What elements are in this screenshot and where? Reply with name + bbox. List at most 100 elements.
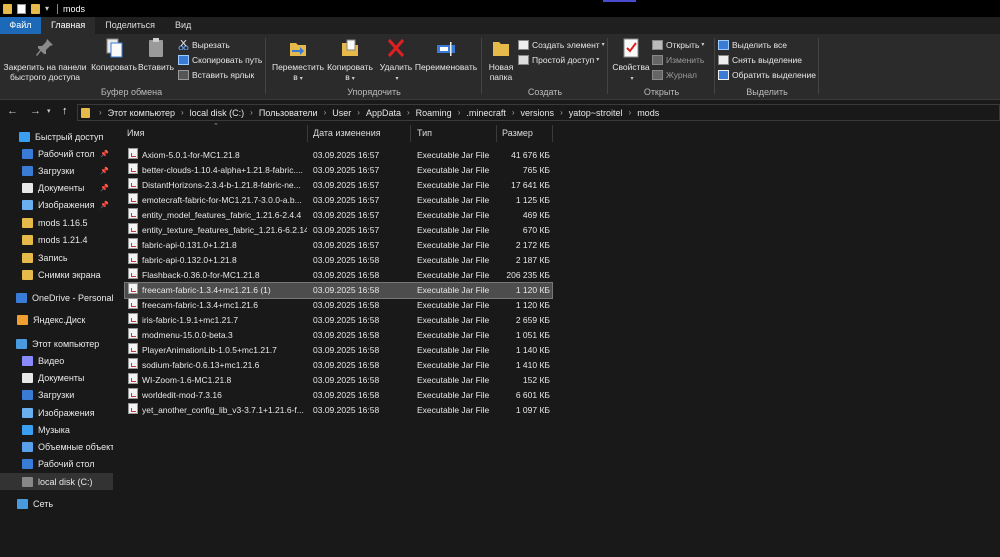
pin-quick-access-button[interactable]: Закрепить на панели быстрого доступа: [2, 37, 88, 82]
file-row[interactable]: emotecraft-fabric-for-MC1.21.7-3.0.0-a.b…: [125, 193, 552, 208]
file-row[interactable]: Flashback-0.36.0-for-MC1.21.8 03.09.2025 …: [125, 268, 552, 283]
breadcrumb-item[interactable]: local disk (C:): [190, 108, 245, 118]
sidebar-item[interactable]: Запись: [0, 249, 113, 266]
breadcrumb-separator-icon[interactable]: ›: [99, 108, 102, 117]
tab-file[interactable]: Файл: [0, 17, 41, 34]
sidebar-item[interactable]: Документы 📌: [0, 179, 113, 196]
file-row[interactable]: entity_texture_features_fabric_1.21.6-6.…: [125, 223, 552, 238]
new-item-button[interactable]: Создать элемент ▾: [518, 38, 605, 52]
sidebar-item[interactable]: mods 1.16.5: [0, 214, 113, 231]
file-row[interactable]: modmenu-15.0.0-beta.3 03.09.2025 16:58 Exe…: [125, 328, 552, 343]
edit-button[interactable]: Изменить: [652, 53, 704, 67]
file-row[interactable]: worldedit-mod-7.3.16 03.09.2025 16:58 Exec…: [125, 388, 552, 403]
file-row[interactable]: yet_another_config_lib_v3-3.7.1+1.21.6-f…: [125, 403, 552, 418]
customize-quick-access-icon[interactable]: ▾: [45, 4, 49, 13]
file-row[interactable]: fabric-api-0.131.0+1.21.8 03.09.2025 16:5…: [125, 238, 552, 253]
sidebar-item[interactable]: Объемные объекты: [0, 438, 121, 455]
sidebar-item[interactable]: Музыка: [0, 421, 113, 438]
select-none-button[interactable]: Снять выделение: [718, 53, 802, 67]
sidebar-item[interactable]: Видео: [0, 352, 113, 369]
easy-access-button[interactable]: Простой доступ ▾: [518, 53, 599, 67]
rename-button[interactable]: Переименовать: [413, 37, 479, 72]
properties-quick-icon[interactable]: [17, 3, 26, 14]
column-divider[interactable]: [496, 125, 497, 142]
file-row[interactable]: PlayerAnimationLib-1.0.5+mc1.21.7 03.09.2…: [125, 343, 552, 358]
breadcrumb-item[interactable]: AppData: [366, 108, 401, 118]
forward-arrow-icon[interactable]: →: [30, 105, 41, 117]
sidebar-item[interactable]: Загрузки: [0, 386, 113, 403]
sidebar-item[interactable]: Рабочий стол 📌: [0, 145, 113, 162]
file-row[interactable]: better-clouds-1.10.4-alpha+1.21.8-fabric…: [125, 163, 552, 178]
copy-button[interactable]: Копировать: [90, 37, 138, 72]
back-arrow-icon[interactable]: ←: [7, 105, 18, 117]
column-divider[interactable]: [552, 125, 553, 142]
breadcrumb-separator-icon[interactable]: ›: [560, 108, 563, 117]
file-row[interactable]: iris-fabric-1.9.1+mc1.21.7 03.09.2025 16:…: [125, 313, 552, 328]
breadcrumb-separator-icon[interactable]: ›: [357, 108, 360, 117]
sidebar-item[interactable]: Яндекс.Диск: [0, 311, 113, 328]
invert-selection-button[interactable]: Обратить выделение: [718, 68, 816, 82]
file-row[interactable]: WI-Zoom-1.6-MC1.21.8 03.09.2025 16:58 Exec…: [125, 373, 552, 388]
copy-to-button[interactable]: Копировать в ▾: [325, 37, 375, 84]
file-row[interactable]: sodium-fabric-0.6.13+mc1.21.6 03.09.2025 …: [125, 358, 552, 373]
sidebar-item[interactable]: Быстрый доступ: [0, 128, 113, 145]
breadcrumb-item[interactable]: yatop~stroitel: [569, 108, 623, 118]
column-header-type[interactable]: Тип: [417, 125, 432, 142]
sidebar-item[interactable]: Изображения 📌: [0, 196, 113, 213]
address-bar[interactable]: › Этот компьютер › local disk (C:) › Пол…: [77, 104, 1000, 121]
file-row[interactable]: DistantHorizons-2.3.4-b-1.21.8-fabric-ne…: [125, 178, 552, 193]
select-all-button[interactable]: Выделить все: [718, 38, 787, 52]
sidebar-item[interactable]: Рабочий стол: [0, 455, 113, 472]
breadcrumb-item[interactable]: Этот компьютер: [108, 108, 175, 118]
sidebar-item[interactable]: Изображения: [0, 404, 113, 421]
breadcrumb-item[interactable]: mods: [637, 108, 659, 118]
tab-share[interactable]: Поделиться: [95, 17, 165, 34]
breadcrumb-item[interactable]: Пользователи: [259, 108, 318, 118]
column-header-size[interactable]: Размер: [502, 125, 533, 142]
column-header-name[interactable]: Имя: [127, 125, 145, 142]
paste-shortcut-button[interactable]: Вставить ярлык: [178, 68, 254, 82]
move-to-button[interactable]: Переместить в ▾: [271, 37, 325, 84]
file-row[interactable]: entity_model_features_fabric_1.21.6-2.4.…: [125, 208, 552, 223]
breadcrumb-separator-icon[interactable]: ›: [458, 108, 461, 117]
column-divider[interactable]: [307, 125, 308, 142]
breadcrumb-item[interactable]: Roaming: [416, 108, 452, 118]
breadcrumb-separator-icon[interactable]: ›: [407, 108, 410, 117]
sidebar-item[interactable]: Снимки экрана: [0, 266, 113, 283]
pin-icon[interactable]: 📌: [100, 167, 109, 175]
file-row[interactable]: Axiom-5.0.1-for-MC1.21.8 03.09.2025 16:57…: [125, 148, 552, 163]
breadcrumb-separator-icon[interactable]: ›: [324, 108, 327, 117]
history-button[interactable]: Журнал: [652, 68, 697, 82]
cut-button[interactable]: Вырезать: [178, 38, 230, 52]
sidebar-item[interactable]: Сеть: [0, 495, 113, 512]
pin-icon[interactable]: 📌: [100, 184, 109, 192]
copy-path-button[interactable]: Скопировать путь: [178, 53, 262, 67]
breadcrumb-separator-icon[interactable]: ›: [181, 108, 184, 117]
new-folder-button[interactable]: Новая папка: [485, 37, 517, 82]
pin-icon[interactable]: 📌: [100, 201, 109, 209]
delete-button[interactable]: Удалить ▾: [377, 37, 415, 84]
breadcrumb-item[interactable]: versions: [521, 108, 555, 118]
file-row[interactable]: fabric-api-0.132.0+1.21.8 03.09.2025 16:5…: [125, 253, 552, 268]
column-divider[interactable]: [410, 125, 411, 142]
column-header-date[interactable]: Дата изменения: [313, 125, 381, 142]
file-row[interactable]: freecam-fabric-1.3.4+mc1.21.6 (1) 03.09.2…: [124, 282, 553, 299]
breadcrumb-separator-icon[interactable]: ›: [250, 108, 253, 117]
breadcrumb-separator-icon[interactable]: ›: [512, 108, 515, 117]
sidebar-item[interactable]: local disk (C:): [0, 473, 113, 490]
sidebar-item[interactable]: mods 1.21.4: [0, 231, 113, 248]
sidebar-item[interactable]: Этот компьютер: [0, 335, 113, 352]
sidebar-item[interactable]: Загрузки 📌: [0, 162, 113, 179]
open-button[interactable]: Открыть ▾: [652, 38, 704, 52]
tab-home[interactable]: Главная: [41, 17, 96, 34]
recent-locations-chevron-icon[interactable]: ▾: [47, 107, 51, 115]
sidebar-item[interactable]: Документы: [0, 369, 113, 386]
sidebar-item[interactable]: OneDrive - Personal: [0, 289, 114, 306]
new-folder-quick-icon[interactable]: [31, 3, 40, 14]
breadcrumb-item[interactable]: .minecraft: [466, 108, 506, 118]
up-arrow-icon[interactable]: ↑: [62, 105, 68, 117]
breadcrumb-separator-icon[interactable]: ›: [629, 108, 632, 117]
properties-button[interactable]: Свойства ▾: [611, 37, 651, 84]
file-row[interactable]: freecam-fabric-1.3.4+mc1.21.6 03.09.2025 …: [125, 298, 552, 313]
pin-icon[interactable]: 📌: [100, 150, 109, 158]
